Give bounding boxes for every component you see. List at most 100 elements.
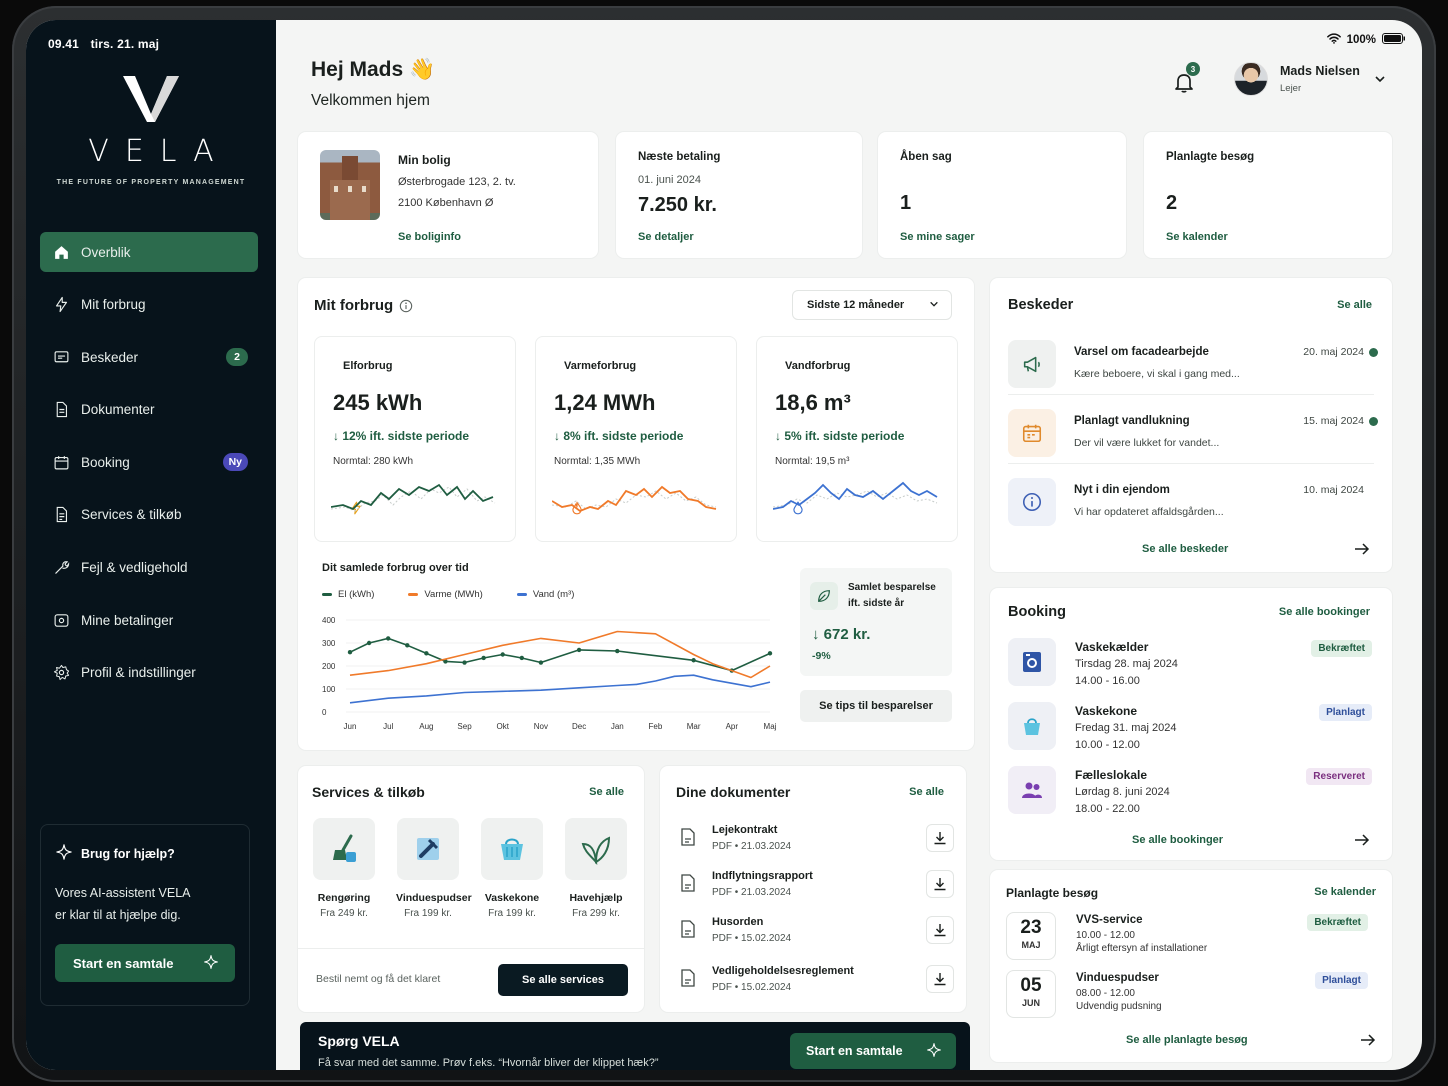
avatar[interactable] — [1234, 62, 1268, 96]
see-all-messages-link[interactable]: Se alle beskeder — [1142, 543, 1228, 555]
home-info-link[interactable]: Se boliginfo — [398, 231, 461, 243]
x-tick-label: Dec — [572, 722, 586, 731]
case-link[interactable]: Se mine sager — [900, 231, 975, 243]
el-title: Elforbrug — [343, 360, 393, 372]
help-title-text: Brug for hjælp? — [81, 846, 175, 861]
visit-row[interactable]: 23 MAJ VVS-service 10.00 - 12.00 Årligt … — [1006, 912, 1378, 964]
message-row[interactable]: Planlagt vandlukning Der vil være lukket… — [1008, 409, 1380, 471]
service-havehjaelp[interactable]: Havehjælp Fra 299 kr. — [564, 818, 628, 919]
sidebar-item-dokumenter[interactable]: Dokumenter — [40, 390, 258, 430]
message-row[interactable]: Nyt i din ejendom Vi har opdateret affal… — [1008, 478, 1380, 540]
services-icon — [52, 506, 70, 524]
see-all-bookings-link[interactable]: Se alle bookinger — [1132, 834, 1223, 846]
document-row[interactable]: Vedligeholdelsesreglement PDF • 15.02.20… — [678, 965, 954, 1005]
water-delta: ↓ 5% ift. sidste periode — [775, 429, 905, 443]
x-tick-label: Mar — [687, 722, 701, 731]
calendar-link[interactable]: Se kalender — [1166, 231, 1228, 243]
consumption-title-row: Mit forbrug — [314, 297, 413, 314]
service-vinduespudser[interactable]: Vinduespudser Fra 199 kr. — [396, 818, 472, 919]
document-row[interactable]: Lejekontrakt PDF • 21.03.2024 — [678, 824, 954, 864]
unread-dot — [1369, 417, 1378, 426]
see-all-visits-link[interactable]: Se alle planlagte besøg — [1126, 1034, 1248, 1046]
service-price: Fra 199 kr. — [488, 908, 536, 919]
messages-see-all-link[interactable]: Se alle — [1337, 299, 1372, 311]
document-row[interactable]: Indflytningsrapport PDF • 21.03.2024 — [678, 870, 954, 910]
info-icon[interactable] — [399, 299, 413, 313]
message-snippet: Kære beboere, vi skal i gang med... — [1074, 368, 1240, 380]
payment-details-link[interactable]: Se detaljer — [638, 231, 694, 243]
period-select[interactable]: Sidste 12 måneder — [792, 290, 952, 320]
legend-el-swatch — [322, 592, 332, 596]
document-row[interactable]: Husorden PDF • 15.02.2024 — [678, 916, 954, 956]
data-point — [767, 651, 773, 656]
sidebar-item-betalinger[interactable]: Mine betalinger — [40, 600, 258, 640]
booking-row[interactable]: Vaskekone Fredag 31. maj 2024 10.00 - 12… — [1008, 702, 1372, 760]
case-card: Åben sag 1 Se mine sager — [878, 132, 1126, 258]
water-title: Vandforbrug — [785, 360, 851, 372]
payment-date: 01. juni 2024 — [638, 174, 701, 186]
el-value: 245 kWh — [333, 390, 423, 415]
legend-heat: Varme (MWh) — [408, 589, 483, 600]
water-card[interactable]: Vandforbrug 18,6 m³ ↓ 5% ift. sidste per… — [756, 336, 958, 542]
document-icon — [52, 401, 70, 419]
sidebar-item-label: Beskeder — [81, 349, 139, 365]
sidebar-item-booking[interactable]: Booking Ny — [40, 442, 258, 482]
heat-value: 1,24 MWh — [554, 390, 656, 415]
download-icon[interactable] — [926, 965, 954, 993]
see-all-services-button[interactable]: Se alle services — [498, 964, 628, 996]
chevron-down-icon[interactable] — [1374, 72, 1386, 90]
ask-start-chat-button[interactable]: Start en samtale — [790, 1033, 956, 1069]
service-name: Havehjælp — [569, 892, 623, 904]
sidebar-item-services[interactable]: Services & tilkøb — [40, 495, 258, 535]
service-name: Vaskekone — [484, 892, 540, 904]
arrow-right-icon[interactable] — [1354, 542, 1370, 561]
status-badge: Reserveret — [1306, 768, 1372, 785]
notification-count-badge: 3 — [1186, 62, 1200, 76]
vela-logo: VELA THE FUTURE OF PROPERTY MANAGEMENT — [26, 72, 276, 186]
visits-calendar-link[interactable]: Se kalender — [1314, 886, 1376, 898]
x-tick-label: Maj — [764, 722, 777, 731]
visits-list-card: Planlagte besøg Se kalender 23 MAJ VVS-s… — [990, 870, 1392, 1062]
start-chat-button[interactable]: Start en samtale — [55, 944, 235, 982]
documents-see-all-link[interactable]: Se alle — [909, 786, 944, 798]
y-tick-label: 200 — [322, 662, 336, 671]
water-value: 18,6 m³ — [775, 390, 851, 415]
el-sparkline — [331, 483, 496, 512]
arrow-right-icon[interactable] — [1360, 1033, 1376, 1052]
user-name[interactable]: Mads Nielsen — [1280, 64, 1360, 78]
sidebar-item-overblik[interactable]: Overblik — [40, 232, 258, 272]
x-tick-label: Okt — [497, 722, 510, 731]
service-name: Vinduespudser — [396, 892, 472, 904]
ask-title: Spørg VELA — [318, 1033, 400, 1049]
services-title: Services & tilkøb — [312, 784, 425, 800]
broom-icon — [313, 818, 375, 880]
services-see-all-link[interactable]: Se alle — [589, 786, 624, 798]
sidebar-item-beskeder[interactable]: Beskeder 2 — [40, 337, 258, 377]
data-point — [519, 655, 525, 661]
heat-card[interactable]: Varmeforbrug 1,24 MWh ↓ 8% ift. sidste p… — [535, 336, 737, 542]
savings-amount: ↓ 672 kr. — [812, 626, 871, 643]
sidebar-item-fejl[interactable]: Fejl & vedligehold — [40, 548, 258, 588]
download-icon[interactable] — [926, 870, 954, 898]
visit-title: Vinduespudser — [1076, 972, 1159, 984]
savings-tips-button[interactable]: Se tips til besparelser — [800, 690, 952, 722]
download-icon[interactable] — [926, 824, 954, 852]
messages-card: Beskeder Se alle Varsel om facadearbejde… — [990, 278, 1392, 572]
sidebar-item-profil[interactable]: Profil & indstillinger — [40, 653, 258, 693]
download-icon[interactable] — [926, 916, 954, 944]
service-vaskekone[interactable]: Vaskekone Fra 199 kr. — [480, 818, 544, 919]
y-tick-label: 100 — [322, 685, 336, 694]
arrow-right-icon[interactable] — [1354, 833, 1370, 852]
message-divider — [1008, 463, 1374, 464]
sidebar-item-mit-forbrug[interactable]: Mit forbrug — [40, 285, 258, 325]
booking-row[interactable]: Fælleslokale Lørdag 8. juni 2024 18.00 -… — [1008, 766, 1372, 824]
booking-date: Tirsdag 28. maj 2024 — [1075, 658, 1178, 670]
booking-row[interactable]: Vaskekælder Tirsdag 28. maj 2024 14.00 -… — [1008, 638, 1372, 696]
booking-see-all-link[interactable]: Se alle bookinger — [1279, 606, 1370, 618]
status-badge: Bekræftet — [1311, 640, 1372, 657]
service-rengoring[interactable]: Rengøring Fra 249 kr. — [312, 818, 376, 919]
el-card[interactable]: Elforbrug 245 kWh ↓ 12% ift. sidste peri… — [314, 336, 516, 542]
visit-row[interactable]: 05 JUN Vinduespudser 08.00 - 12.00 Udven… — [1006, 970, 1378, 1022]
x-tick-label: Feb — [649, 722, 663, 731]
message-row[interactable]: Varsel om facadearbejde Kære beboere, vi… — [1008, 340, 1380, 402]
